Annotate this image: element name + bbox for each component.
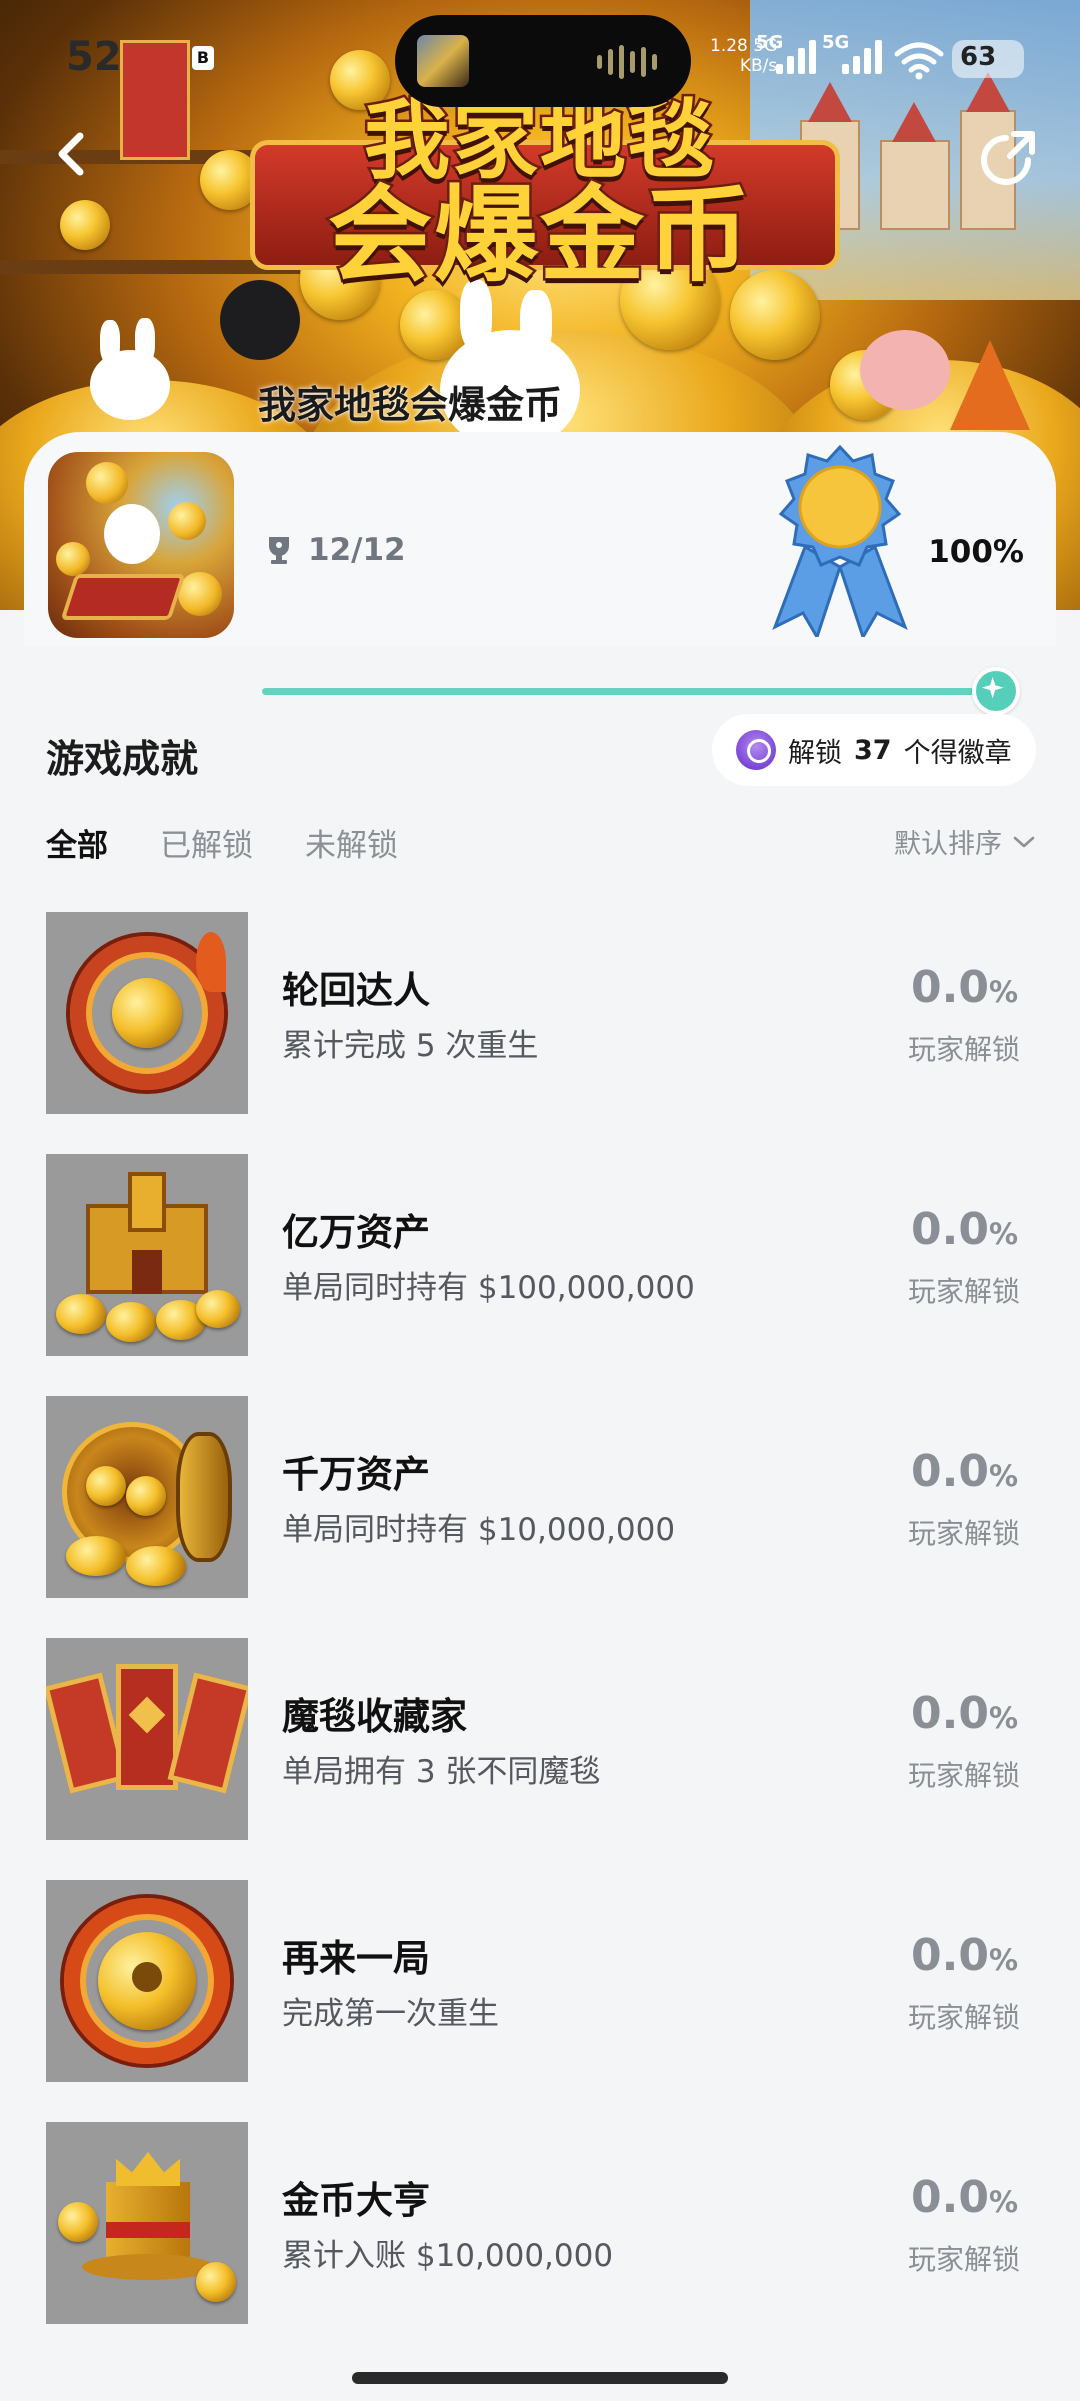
tab-unlocked[interactable]: 已解锁	[160, 820, 253, 865]
sort-dropdown[interactable]: 默认排序	[894, 822, 1036, 861]
achievement-name: 亿万资产	[282, 1211, 430, 1254]
battery-icon: 63	[952, 40, 1024, 78]
badge-suffix: 个得徽章	[903, 737, 1012, 769]
now-playing-thumbnail	[417, 35, 469, 87]
unlock-rate-label: 玩家解锁	[907, 1759, 1020, 1792]
unlock-rate-label: 玩家解锁	[907, 2243, 1020, 2276]
achievement-desc: 累计入账 $10,000,000	[282, 2238, 614, 2274]
achievement-name: 魔毯收藏家	[282, 1695, 467, 1738]
notification-icon: B	[192, 46, 214, 70]
bunny-character	[90, 350, 170, 420]
achievement-row[interactable]: 再来一局 完成第一次重生 0.0% 玩家解锁	[0, 1878, 1080, 2082]
unlock-rate-label: 玩家解锁	[907, 1033, 1020, 1066]
unlock-rate: 0.0%	[910, 1446, 1018, 1497]
achievement-desc: 累计完成 5 次重生	[282, 1028, 539, 1064]
completion-percent: 100%	[928, 534, 1024, 570]
achievement-row[interactable]: 千万资产 单局同时持有 $10,000,000 0.0% 玩家解锁	[0, 1394, 1080, 1598]
pig-character	[860, 330, 950, 410]
unlock-rate: 0.0%	[910, 2172, 1018, 2223]
logo-line-2: 会爆金币	[325, 172, 752, 299]
completion-progress-bar	[262, 688, 996, 695]
trophy-icon	[269, 537, 289, 564]
trophy-progress: 12/12	[264, 532, 406, 568]
audio-wave-icon	[597, 45, 657, 79]
sort-label: 默认排序	[894, 829, 1002, 860]
achievement-name: 千万资产	[282, 1453, 430, 1496]
badge-count: 37	[854, 734, 892, 766]
achievement-desc: 单局同时持有 $10,000,000	[282, 1512, 676, 1548]
achievement-row[interactable]: 亿万资产 单局同时持有 $100,000,000 0.0% 玩家解锁	[0, 1152, 1080, 1356]
dynamic-island[interactable]	[395, 15, 691, 107]
tab-locked[interactable]: 未解锁	[305, 820, 398, 865]
bunny-ear	[100, 320, 120, 364]
chevron-down-icon	[1013, 836, 1035, 847]
unlock-rate: 0.0%	[910, 1204, 1018, 1255]
status-time: 52	[66, 34, 122, 80]
sparkle-icon	[972, 667, 1020, 715]
unlock-rate: 0.0%	[910, 1688, 1018, 1739]
unlock-rate-label: 玩家解锁	[907, 2001, 1020, 2034]
bunny-ear	[135, 318, 155, 364]
unlock-rate-label: 玩家解锁	[907, 1275, 1020, 1308]
achievement-desc: 单局同时持有 $100,000,000	[282, 1270, 695, 1306]
signal-1-icon	[776, 40, 816, 74]
signal-2-icon	[842, 40, 882, 74]
home-indicator[interactable]	[352, 2372, 728, 2384]
achievement-row[interactable]: 轮回达人 累计完成 5 次重生 0.0% 玩家解锁	[0, 910, 1080, 1114]
back-arrow-icon[interactable]	[40, 120, 110, 190]
trophy-count: 12/12	[308, 532, 406, 568]
crown-hat-icon	[46, 2122, 248, 2324]
achievement-name: 金币大亨	[282, 2179, 430, 2222]
gold-medal-icon	[772, 444, 908, 637]
game-icon[interactable]	[48, 452, 234, 638]
wifi-icon	[894, 42, 944, 80]
unlock-rate-label: 玩家解锁	[907, 1517, 1020, 1550]
achievement-name: 再来一局	[282, 1937, 430, 1980]
achievement-desc: 单局拥有 3 张不同魔毯	[282, 1754, 601, 1790]
phoenix-coin-icon	[46, 912, 248, 1114]
achievement-desc: 完成第一次重生	[282, 1996, 499, 2032]
section-title: 游戏成就	[46, 737, 199, 781]
clover-coin-icon	[46, 1880, 248, 2082]
achievement-row[interactable]: 魔毯收藏家 单局拥有 3 张不同魔毯 0.0% 玩家解锁	[0, 1636, 1080, 1840]
badge-prefix: 解锁	[788, 737, 842, 769]
gold-castle-icon	[46, 1154, 248, 1356]
battery-level: 63	[960, 42, 997, 72]
game-name: 我家地毯会爆金币	[258, 383, 563, 427]
network-speed-unit: KB/s	[739, 56, 778, 76]
achievement-name: 轮回达人	[282, 969, 430, 1012]
achievement-row[interactable]: 金币大亨 累计入账 $10,000,000 0.0% 玩家解锁	[0, 2120, 1080, 2324]
achievement-summary-card: 12/12 100%	[24, 432, 1056, 646]
carpets-icon	[46, 1638, 248, 1840]
unlock-rate: 0.0%	[910, 962, 1018, 1013]
unlock-rate: 0.0%	[910, 1930, 1018, 1981]
badge-icon	[736, 730, 776, 770]
wizard-hat	[950, 340, 1030, 430]
badge-unlock-pill[interactable]: 解锁 37 个得徽章	[712, 714, 1036, 786]
vault-coins-icon	[46, 1396, 248, 1598]
tab-all[interactable]: 全部	[46, 820, 108, 865]
share-icon[interactable]	[970, 120, 1046, 196]
status-bar: 52 B 1.28 5G KB/s 5G 5G 63	[0, 0, 1080, 120]
filter-tabs: 全部 已解锁 未解锁	[46, 820, 398, 865]
